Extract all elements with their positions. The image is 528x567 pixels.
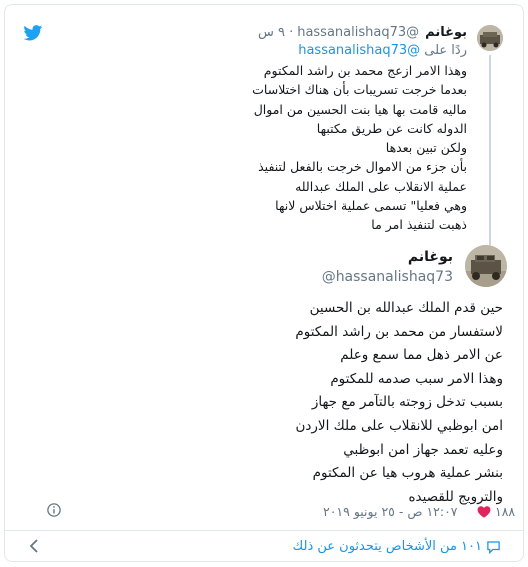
parent-tweet-time-value: ٩ س [257,25,285,40]
reply-prefix: ردًا على [424,43,467,58]
parent-text-line: وهي فعليا" تسمى عملية اختلاس لانها [275,198,467,214]
tweet-meta-row: ١٢:٠٧ ص - ٢٥ يونيو ٢٠١٩ ١٨٨ [23,502,515,522]
reply-context: ردًا على @hassanalishaq73 [298,43,467,58]
author-handle[interactable]: @hassanalishaq73 [322,269,453,285]
people-talking-text: ١٠١ من الأشخاص يتحدثون عن ذلك [292,539,482,554]
parent-text-line: عملية الانقلاب على الملك عبدالله [295,178,467,194]
parent-text-line: ولكن تبين بعدها [385,140,467,156]
parent-text-line: الدوله كانت عن طريق مكتبها [316,120,467,136]
embedded-tweet-card: بوغانم @hassanalishaq73 · ٩ س ردًا على @ha… [4,4,524,562]
heart-icon [477,506,491,518]
parent-avatar[interactable] [477,25,503,51]
tweet-text-line: لاستفسار من محمد بن راشد المكتوم [295,323,503,340]
like-button[interactable]: ١٨٨ [477,504,515,519]
tweet-text: حين قدم الملك عبدالله بن الحسين لاستفسار… [173,297,503,509]
parent-tweet-time[interactable]: · ٩ س [258,25,293,40]
parent-text-line: بأن جزء من الاموال خرجت بالفعل لتنفيذ [258,159,467,175]
tweet-text-line: وعليه تعمد جهاز امن ابوظبي [343,441,503,458]
tweet-timestamp[interactable]: ١٢:٠٧ ص - ٢٥ يونيو ٢٠١٩ [323,504,458,519]
parent-text-line: ماليه قامت بها هيا بنت الحسين من اموال [253,101,467,117]
tweet-text-line: حين قدم الملك عبدالله بن الحسين [309,300,503,316]
thread-connector-line [489,55,491,245]
people-talking-link[interactable]: ١٠١ من الأشخاص يتحدثون عن ذلك [293,539,501,554]
parent-text-line: ذهبت لتنفيذ امر ما [371,217,467,233]
info-icon[interactable] [47,503,61,517]
author-name[interactable]: بوغانم [408,249,453,265]
speech-bubble-icon [487,540,500,554]
tweet-text-line: عن الامر ذهل مما سمع وعلم [340,347,503,364]
parent-text-line: وهذا الامر ازعج محمد بن راشد المكتوم [263,63,467,78]
parent-author-handle[interactable]: @hassanalishaq73 [297,25,419,40]
tweet-text-line: امن ابوظبي للانقلاب على ملك الاردن [295,417,503,434]
parent-tweet-header: بوغانم @hassanalishaq73 · ٩ س [258,25,467,40]
parent-author-name[interactable]: بوغانم [425,25,467,40]
tweet-text-line: وهذا الامر سبب صدمه للمكتوم [330,370,503,387]
like-count: ١٨٨ [494,504,516,519]
parent-text-line: بعدما خرجت تسريبات بأن هناك اختلاسات [252,82,467,98]
conversation-footer[interactable]: ١٠١ من الأشخاص يتحدثون عن ذلك [5,531,523,561]
author-avatar[interactable] [465,245,507,287]
tweet-text-line: بسبب تدخل زوجته بالتآمر مع جهاز [311,394,503,411]
reply-mention-link[interactable]: @hassanalishaq73 [298,43,420,58]
chevron-left-icon[interactable] [29,539,39,553]
twitter-bird-icon[interactable] [23,25,43,41]
tweet-text-line: بنشر عملية هروب هيا عن المكتوم [312,465,503,482]
parent-tweet-text: وهذا الامر ازعج محمد بن راشد المكتوم بعد… [207,61,467,235]
